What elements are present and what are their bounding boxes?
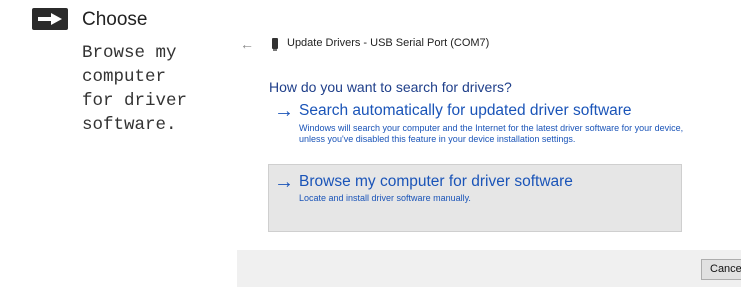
back-arrow-icon[interactable]: ← <box>240 36 254 52</box>
instruction-line: Browse my <box>82 43 177 63</box>
browse-computer-description: Locate and install driver software manua… <box>299 193 471 203</box>
browse-computer-option[interactable]: Browse my computer for driver software <box>299 173 573 191</box>
dialog-question: How do you want to search for drivers? <box>269 79 512 95</box>
cancel-button[interactable]: Cancel <box>701 259 741 280</box>
search-automatically-description: Windows will search your computer and th… <box>299 123 684 144</box>
right-arrow-icon: → <box>274 171 294 193</box>
search-automatically-option[interactable]: Search automatically for updated driver … <box>299 102 632 120</box>
dialog-title: Update Drivers - USB Serial Port (COM7) <box>287 37 490 49</box>
dialog-footer <box>237 250 741 287</box>
right-arrow-icon: → <box>274 100 294 122</box>
instruction-line: for driver <box>82 91 188 111</box>
instruction-line: software. <box>82 115 177 135</box>
right-arrow-icon <box>32 8 68 30</box>
instruction-body: Browse my computer for driver software. <box>82 41 232 137</box>
usb-device-icon <box>272 38 278 51</box>
instruction-line: computer <box>82 67 167 87</box>
instruction-title: Choose <box>82 9 148 30</box>
